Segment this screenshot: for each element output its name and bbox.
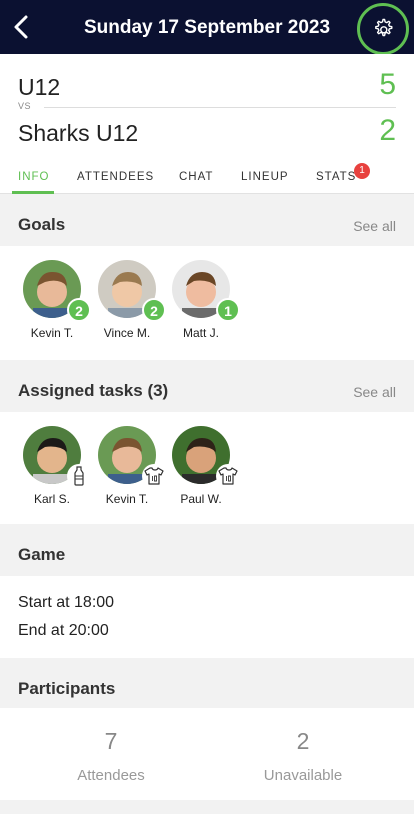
unavailable-stat[interactable]: 2 Unavailable <box>228 728 378 784</box>
tasks-panel: Karl S. Kevin T. Paul W. <box>0 412 414 524</box>
home-team-name: U12 <box>18 74 61 100</box>
settings-button[interactable] <box>357 3 409 55</box>
goals-panel: 2 Kevin T. 2 Vince M. 1 Matt J. <box>0 246 414 360</box>
gear-icon <box>375 18 393 37</box>
goals-section-header: Goals See all <box>0 202 414 246</box>
goals-title: Goals <box>18 215 66 234</box>
page-title: Sunday 17 September 2023 <box>83 17 331 38</box>
game-panel: Start at 18:00 End at 20:00 <box>0 576 414 658</box>
game-title: Game <box>18 545 66 564</box>
tab-chat[interactable]: CHAT <box>179 160 213 194</box>
tab-attendees[interactable]: ATTENDEES <box>77 160 154 194</box>
task-assignee[interactable]: Paul W. <box>166 426 240 506</box>
tasks-section-header: Assigned tasks (3) See all <box>0 368 414 412</box>
game-section-header: Game <box>0 532 414 576</box>
participants-section-header: Participants <box>0 666 414 710</box>
top-bar: Sunday 17 September 2023 <box>0 0 414 55</box>
task-assignee[interactable]: Kevin T. <box>92 426 166 506</box>
avatar <box>172 426 240 488</box>
tab-bar: INFO ATTENDEES CHAT LINEUP STATS <box>0 160 414 194</box>
goal-count-badge: 1 <box>216 298 240 322</box>
away-team-name: Sharks U12 <box>18 120 139 146</box>
active-tab-indicator <box>12 191 54 194</box>
jersey-icon <box>216 464 240 488</box>
start-time: Start at 18:00 <box>18 594 115 611</box>
chevron-left-icon <box>14 15 28 39</box>
tab-lineup[interactable]: LINEUP <box>241 160 289 194</box>
goal-scorer[interactable]: 1 Matt J. <box>166 260 240 340</box>
back-button[interactable] <box>8 12 36 42</box>
goal-scorer[interactable]: 2 Vince M. <box>92 260 166 340</box>
avatar: 2 <box>23 260 91 322</box>
attendees-count: 7 <box>104 728 118 754</box>
goal-scorer[interactable]: 2 Kevin T. <box>17 260 91 340</box>
unavailable-count: 2 <box>296 728 310 754</box>
attendees-label: Attendees <box>77 767 145 784</box>
player-name: Karl S. <box>33 492 70 506</box>
unavailable-label: Unavailable <box>263 767 343 784</box>
task-assignee[interactable]: Karl S. <box>17 426 91 506</box>
player-name: Kevin T. <box>30 326 74 340</box>
participants-title: Participants <box>18 679 116 698</box>
end-time: End at 20:00 <box>18 622 109 639</box>
player-name: Paul W. <box>180 492 222 506</box>
divider <box>44 107 396 108</box>
goal-count-badge: 2 <box>67 298 91 322</box>
tab-stats[interactable]: STATS <box>316 160 356 194</box>
goals-see-all-link[interactable]: See all <box>353 218 396 234</box>
attendees-stat[interactable]: 7 Attendees <box>36 728 186 784</box>
participants-panel: 7 Attendees 2 Unavailable <box>0 708 414 800</box>
avatar <box>23 426 91 488</box>
tasks-see-all-link[interactable]: See all <box>353 384 396 400</box>
tab-info[interactable]: INFO <box>18 160 49 194</box>
player-name: Vince M. <box>103 326 151 340</box>
tasks-title: Assigned tasks (3) <box>18 381 169 400</box>
jersey-icon <box>142 464 166 488</box>
avatar <box>98 426 166 488</box>
player-name: Matt J. <box>182 326 219 340</box>
avatar: 1 <box>172 260 240 322</box>
stats-notification-badge: 1 <box>354 163 370 179</box>
versus-label: VS <box>18 101 32 111</box>
water-bottle-icon <box>67 464 91 488</box>
avatar: 2 <box>98 260 166 322</box>
goal-count-badge: 2 <box>142 298 166 322</box>
player-name: Kevin T. <box>105 492 149 506</box>
home-score: 5 <box>379 68 396 101</box>
away-score: 2 <box>379 114 396 147</box>
